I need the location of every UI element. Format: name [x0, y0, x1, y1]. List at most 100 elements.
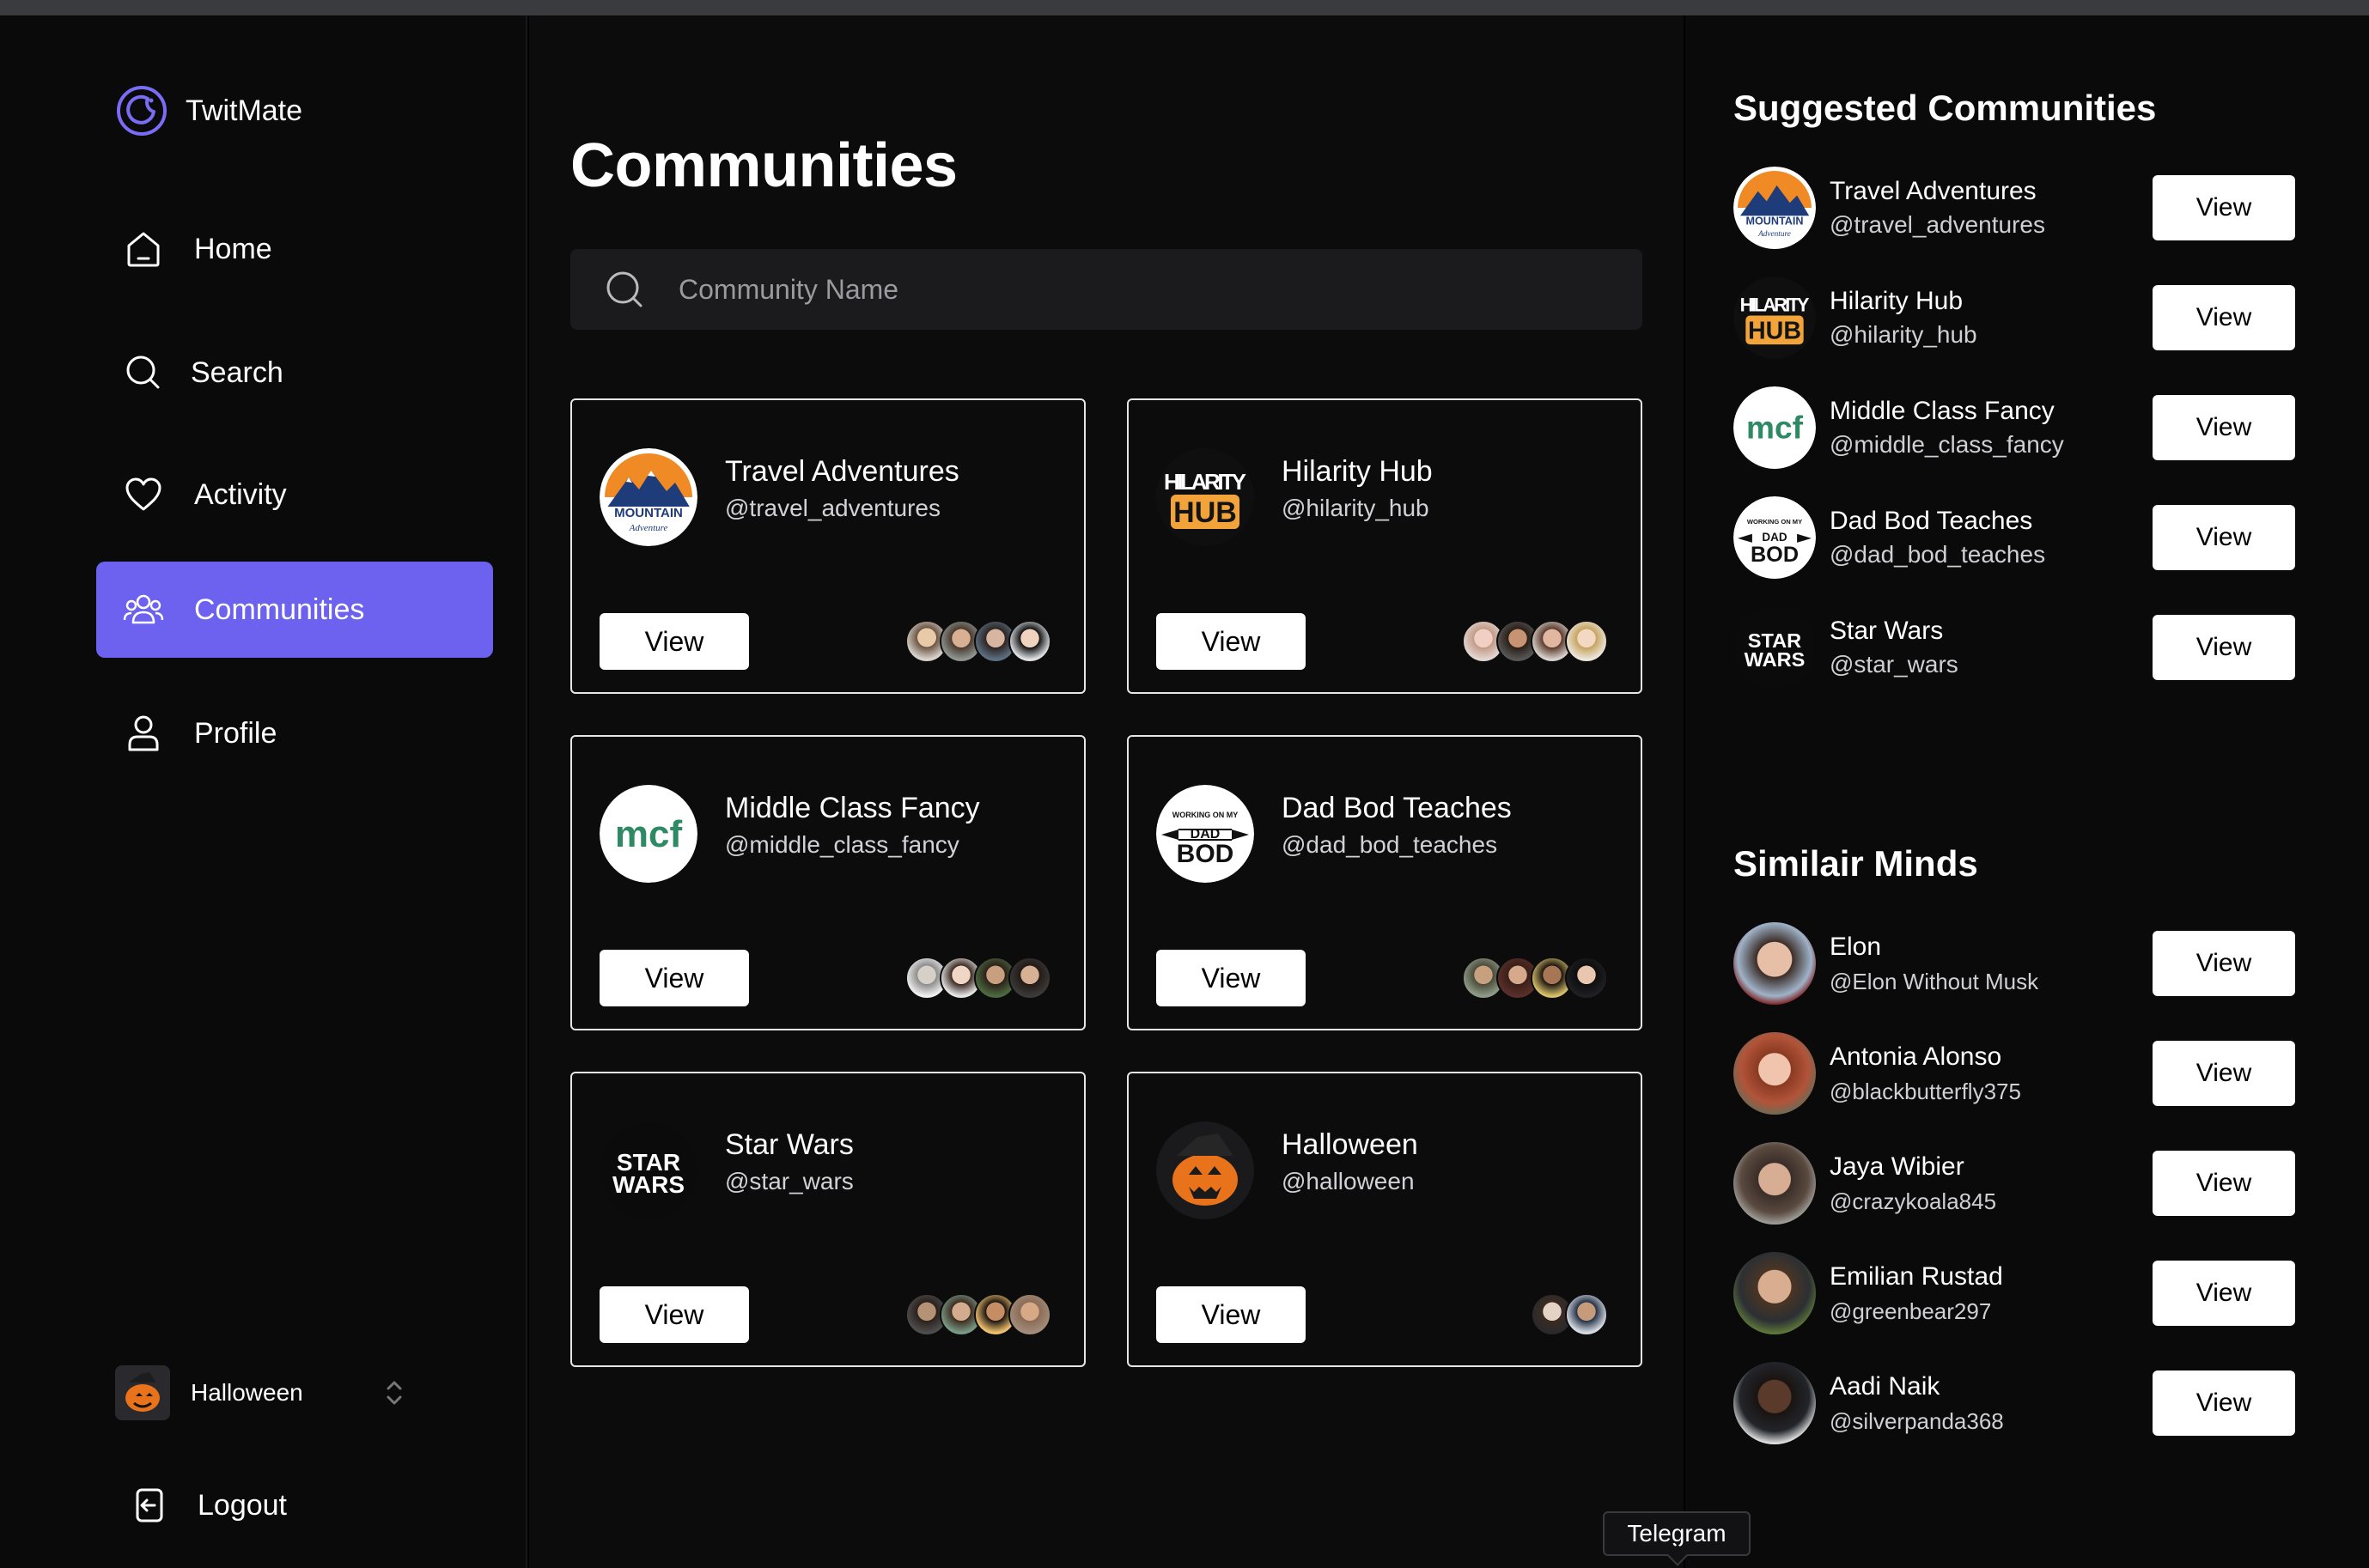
user-name: Elon — [1830, 933, 1882, 961]
svg-text:WORKING ON MY: WORKING ON MY — [1747, 518, 1802, 526]
search-bar[interactable] — [570, 249, 1642, 330]
list-item: HILARITY HUB Hilarity Hub @hilarity_hub … — [1733, 277, 2297, 386]
svg-text:HILARITY: HILARITY — [1164, 469, 1246, 495]
nav-item-profile[interactable]: Profile — [96, 685, 493, 781]
list-item: Aadi Naik @silverpanda368 View — [1733, 1362, 2297, 1472]
user-name: Jaya Wibier — [1830, 1152, 1964, 1181]
community-logo: WORKING ON MY DAD BOD — [1733, 496, 1816, 579]
svg-text:mcf: mcf — [1746, 410, 1804, 446]
svg-text:WARS: WARS — [612, 1171, 685, 1198]
similar-minds-title: Similair Minds — [1733, 843, 1978, 884]
user-name: Emilian Rustad — [1830, 1262, 2003, 1291]
community-logo — [1156, 1121, 1254, 1219]
avatar — [1008, 620, 1051, 663]
window-top-bar — [0, 0, 2369, 15]
search-icon — [122, 351, 165, 394]
community-handle: @star_wars — [1830, 651, 1958, 678]
nav-label: Search — [191, 356, 283, 389]
view-button[interactable]: View — [1156, 950, 1306, 1006]
account-switcher[interactable]: Halloween — [115, 1365, 407, 1420]
community-name: Halloween — [1282, 1128, 1418, 1161]
user-name: Antonia Alonso — [1830, 1042, 2002, 1071]
view-button[interactable]: View — [1156, 613, 1306, 670]
community-name: Hilarity Hub — [1830, 287, 1964, 315]
community-logo: STAR WARS — [1733, 606, 1816, 689]
member-avatars — [905, 620, 1051, 663]
view-button[interactable]: View — [600, 1286, 749, 1343]
logout-button[interactable]: Logout — [129, 1484, 287, 1527]
search-icon — [606, 271, 642, 307]
nav-item-communities[interactable]: Communities — [96, 562, 493, 658]
view-button[interactable]: View — [2153, 1370, 2295, 1436]
community-card-star-wars: STAR WARS Star Wars @star_wars View — [570, 1072, 1086, 1367]
community-name: Middle Class Fancy — [725, 792, 980, 824]
community-card-dad-bod-teaches: WORKING ON MY DAD BOD Dad Bod Teaches @d… — [1127, 735, 1642, 1030]
member-avatars — [1462, 957, 1608, 1000]
community-handle: @travel_adventures — [725, 495, 941, 521]
community-card-travel-adventures: MOUNTAIN Adventure Travel Adventures @tr… — [570, 398, 1086, 694]
community-handle: @middle_class_fancy — [725, 831, 959, 858]
svg-text:MOUNTAIN: MOUNTAIN — [614, 506, 683, 520]
community-grid: MOUNTAIN Adventure Travel Adventures @tr… — [570, 398, 1656, 1367]
community-card-middle-class-fancy: mcf Middle Class Fancy @middle_class_fan… — [570, 735, 1086, 1030]
view-button[interactable]: View — [1156, 1286, 1306, 1343]
avatar — [1733, 1362, 1816, 1444]
community-search-input[interactable] — [679, 273, 1538, 306]
member-avatars — [1462, 620, 1608, 663]
community-handle: @middle_class_fancy — [1830, 431, 2064, 458]
community-handle: @star_wars — [725, 1168, 854, 1194]
community-name: Dad Bod Teaches — [1282, 792, 1512, 824]
list-item: WORKING ON MY DAD BOD Dad Bod Teaches @d… — [1733, 496, 2297, 606]
left-sidebar: TwitMate Home Search Activity Communitie… — [0, 15, 527, 1568]
community-name: Dad Bod Teaches — [1830, 507, 2033, 535]
svg-text:BOD: BOD — [1751, 543, 1799, 567]
svg-text:HUB: HUB — [1173, 496, 1237, 529]
app-name: TwitMate — [186, 94, 303, 127]
view-button[interactable]: View — [2153, 175, 2295, 240]
view-button[interactable]: View — [2153, 1041, 2295, 1106]
avatar — [1733, 922, 1816, 1005]
svg-text:DAD: DAD — [1762, 531, 1787, 544]
user-handle: @greenbear297 — [1830, 1298, 1992, 1324]
svg-text:Adventure: Adventure — [629, 523, 668, 533]
avatar — [1733, 1252, 1816, 1334]
right-panel: Suggested Communities MOUNTAIN Adventure… — [1685, 15, 2369, 1568]
community-card-hilarity-hub: HILARITY HUB Hilarity Hub @hilarity_hub … — [1127, 398, 1642, 694]
view-button[interactable]: View — [2153, 615, 2295, 680]
view-button[interactable]: View — [2153, 285, 2295, 350]
app-logo-icon — [117, 86, 167, 136]
list-item: STAR WARS Star Wars @star_wars View — [1733, 606, 2297, 716]
community-logo: WORKING ON MY DAD BOD — [1156, 785, 1254, 883]
avatar — [1565, 957, 1608, 1000]
community-handle: @dad_bod_teaches — [1282, 831, 1498, 858]
similar-minds-list: Elon @Elon Without Musk View Antonia Alo… — [1733, 922, 2297, 1472]
brand[interactable]: TwitMate — [115, 84, 302, 137]
suggested-communities-title: Suggested Communities — [1733, 88, 2157, 128]
nav-item-search[interactable]: Search — [96, 325, 493, 421]
user-handle: @blackbutterfly375 — [1830, 1079, 2021, 1104]
main-content: Communities MOUNTAIN Adventure Travel Ad… — [529, 15, 1684, 1568]
nav-item-home[interactable]: Home — [96, 201, 493, 297]
view-button[interactable]: View — [600, 950, 749, 1006]
user-handle: @Elon Without Musk — [1830, 969, 2039, 994]
user-icon — [122, 712, 165, 755]
view-button[interactable]: View — [2153, 505, 2295, 570]
page-title: Communities — [570, 131, 958, 200]
avatar — [1565, 1293, 1608, 1336]
view-button[interactable]: View — [2153, 1151, 2295, 1216]
view-button[interactable]: View — [600, 613, 749, 670]
view-button[interactable]: View — [2153, 931, 2295, 996]
community-handle: @hilarity_hub — [1282, 495, 1429, 521]
community-logo: mcf — [1733, 386, 1816, 469]
nav-item-activity[interactable]: Activity — [96, 447, 493, 543]
list-item: MOUNTAIN Adventure Travel Adventures @tr… — [1733, 167, 2297, 277]
view-button[interactable]: View — [2153, 1261, 2295, 1326]
view-button[interactable]: View — [2153, 395, 2295, 460]
community-name: Travel Adventures — [1830, 177, 2037, 205]
list-item: Jaya Wibier @crazykoala845 View — [1733, 1142, 2297, 1252]
heart-icon — [122, 473, 165, 516]
suggested-communities-list: MOUNTAIN Adventure Travel Adventures @tr… — [1733, 167, 2297, 716]
community-card-halloween: Halloween @halloween View — [1127, 1072, 1642, 1367]
svg-text:Adventure: Adventure — [1757, 230, 1791, 239]
svg-text:HUB: HUB — [1748, 317, 1801, 344]
